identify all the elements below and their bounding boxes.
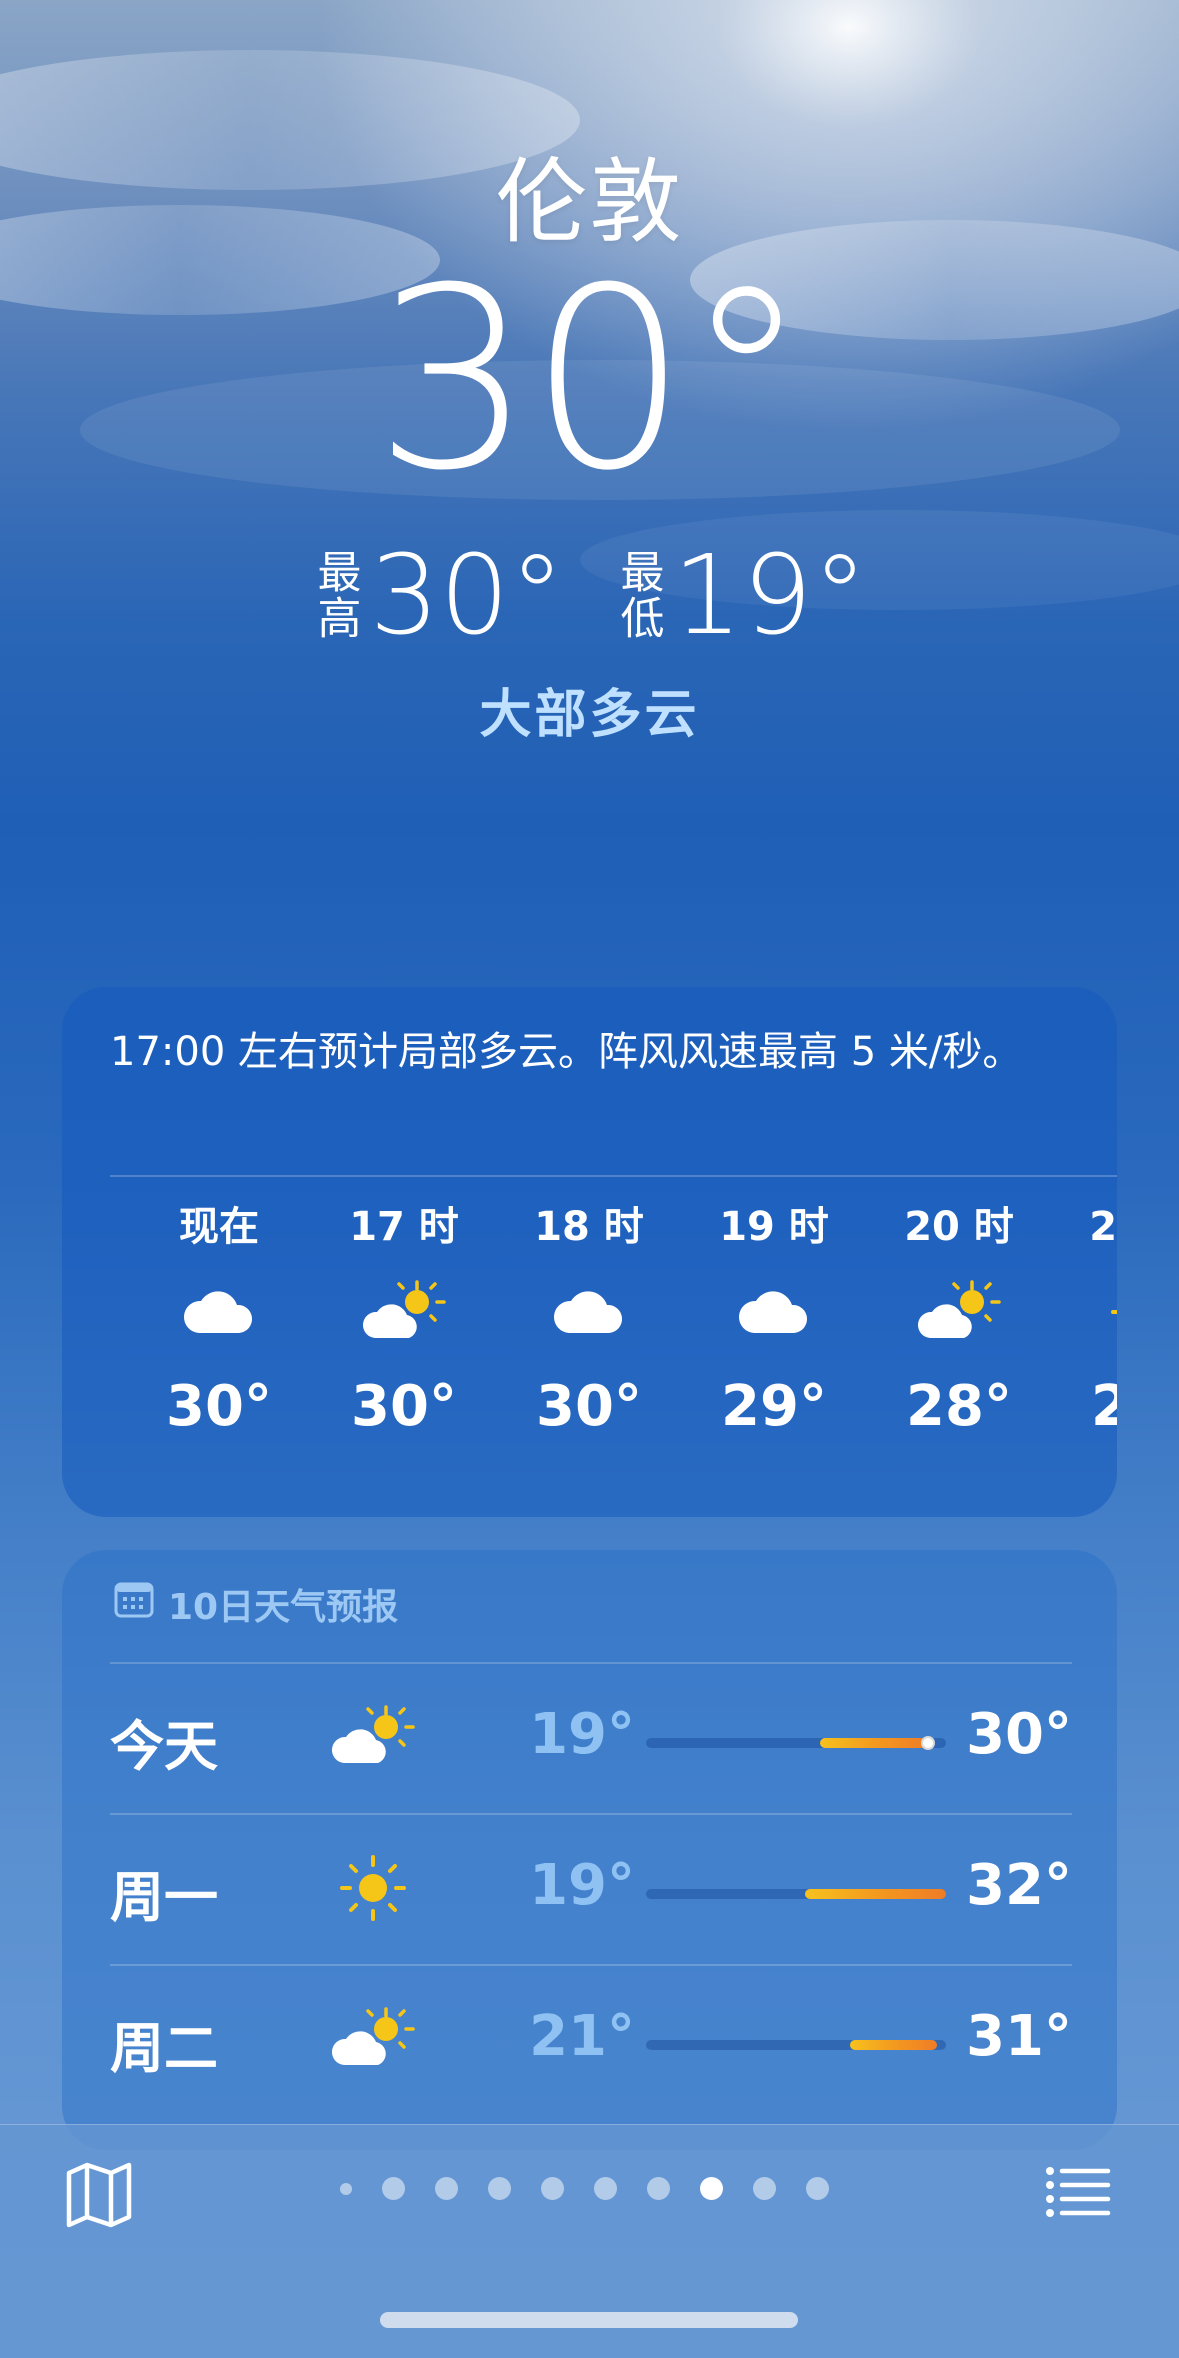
day-high-temp: 32° [966, 1853, 1072, 1918]
low-temp-label: 最低 [612, 549, 664, 641]
hour-item: 17 时 30° [319, 1197, 489, 1447]
day-low-temp: 21° [529, 2004, 635, 2069]
day-row[interactable]: 周一 19° 32° [110, 1813, 1072, 1964]
calendar-icon [114, 1581, 154, 1628]
list-icon [1044, 2167, 1114, 2227]
location-page-dot[interactable] [340, 2182, 352, 2195]
day-name: 周一 [110, 1866, 218, 1929]
hour-temp: 30° [166, 1374, 272, 1439]
page-dot[interactable] [435, 2177, 458, 2200]
range-fill [850, 2040, 937, 2050]
map-button[interactable] [64, 2159, 134, 2229]
high-temp-group: 最高 30° [309, 531, 565, 659]
day-low-temp: 19° [529, 1702, 635, 1767]
page-dot[interactable] [541, 2177, 564, 2200]
hour-label: 现在 [179, 1204, 259, 1250]
partly-sunny-icon [319, 1257, 489, 1367]
high-temp-label: 最高 [309, 549, 361, 641]
page-dot[interactable] [806, 2177, 829, 2200]
high-low-temperatures: 最高 30° 最低 19° [0, 540, 1179, 650]
temperature-range-bar [646, 1889, 946, 1899]
hour-temp: 29° [721, 1374, 827, 1439]
hourly-forecast-card[interactable]: 17:00 左右预计局部多云。阵风风速最高 5 米/秒。 现在 30° 17 时 [62, 987, 1117, 1517]
page-dot[interactable] [647, 2177, 670, 2200]
day-name: 周二 [110, 2017, 218, 2080]
day-row[interactable]: 周二 21° 31° [110, 1964, 1072, 2115]
day-name: 今天 [110, 1715, 218, 1778]
ten-day-header: 10日天气预报 [114, 1578, 398, 1630]
hourly-summary: 17:00 左右预计局部多云。阵风风速最高 5 米/秒。 [110, 1029, 1023, 1075]
cloud-icon [134, 1257, 304, 1367]
hour-temp: 28° [906, 1374, 1012, 1439]
map-icon [64, 2162, 134, 2233]
range-fill [820, 1738, 928, 1748]
ten-day-title: 10日天气预报 [168, 1587, 399, 1628]
low-temp-group: 最低 19° [612, 531, 868, 659]
divider [110, 1175, 1117, 1177]
hour-item: 21 时 26° [1059, 1197, 1117, 1447]
day-high-temp: 30° [966, 1702, 1072, 1767]
city-list-button[interactable] [1044, 2163, 1114, 2223]
current-temperature: 30° [373, 234, 809, 525]
day-row[interactable]: 今天 19° 30° [110, 1662, 1072, 1813]
hour-item: 19 时 29° [689, 1197, 859, 1447]
hour-item: 18 时 30° [504, 1197, 674, 1447]
hour-label: 18 时 [534, 1204, 644, 1250]
daily-rows: 今天 19° 30° 周一 19° 32° 周二 21° 31° [110, 1662, 1072, 2115]
ten-day-forecast-card[interactable]: 10日天气预报 今天 19° 30° 周一 19° 32° 周二 21° 31° [62, 1550, 1117, 2150]
hour-item: 现在 30° [134, 1197, 304, 1447]
partly-sunny-icon [328, 2004, 418, 2074]
home-indicator[interactable] [380, 2312, 798, 2328]
page-dot-active[interactable] [700, 2177, 723, 2200]
hour-label: 19 时 [719, 1204, 829, 1250]
page-dot[interactable] [594, 2177, 617, 2200]
hour-temp: 30° [536, 1374, 642, 1439]
day-low-temp: 19° [529, 1853, 635, 1918]
temperature-range-bar [646, 1736, 946, 1750]
partly-sunny-icon [874, 1257, 1044, 1367]
day-high-temp: 31° [966, 2004, 1072, 2069]
range-fill [805, 1889, 946, 1899]
cloud-icon [689, 1257, 859, 1367]
partly-sunny-icon [328, 1702, 418, 1772]
hour-item: 20 时 28° [874, 1197, 1044, 1447]
sun-icon [1059, 1257, 1117, 1367]
hour-temp: 30° [351, 1374, 457, 1439]
current-temp-marker [921, 1736, 935, 1750]
hour-label: 20 时 [904, 1204, 1014, 1250]
weather-condition: 大部多云 [479, 685, 700, 745]
hour-label: 17 时 [349, 1204, 459, 1250]
hour-temp: 26° [1091, 1374, 1117, 1439]
cloud-icon [504, 1257, 674, 1367]
sun-icon [328, 1853, 418, 1923]
page-indicator[interactable] [340, 2177, 829, 2200]
low-temp-value: 19° [672, 531, 868, 659]
page-dot[interactable] [488, 2177, 511, 2200]
page-dot[interactable] [753, 2177, 776, 2200]
hour-label: 21 时 [1089, 1204, 1117, 1250]
page-dot[interactable] [382, 2177, 405, 2200]
high-temp-value: 30° [369, 531, 565, 659]
temperature-range-bar [646, 2040, 946, 2050]
